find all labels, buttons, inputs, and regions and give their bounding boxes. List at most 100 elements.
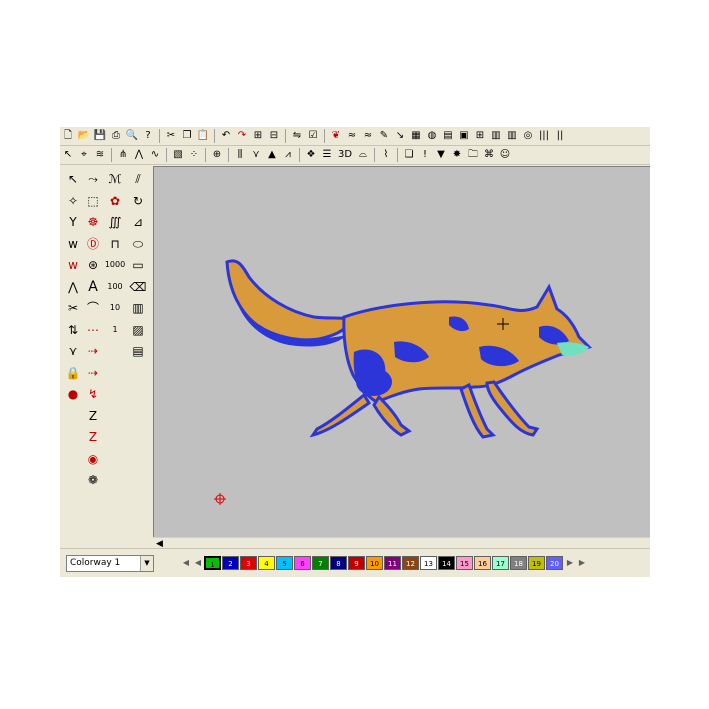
- print-icon[interactable]: ⎙: [109, 129, 123, 143]
- tack-icon[interactable]: ⋔: [116, 148, 130, 162]
- colorbar-prev-icon[interactable]: ◀: [180, 556, 192, 570]
- text-1-icon[interactable]: 1: [106, 321, 124, 339]
- people-icon[interactable]: ☺: [498, 148, 512, 162]
- hat-icon[interactable]: ⌓: [356, 148, 370, 162]
- star-node-icon[interactable]: ✧: [64, 192, 82, 210]
- layers-icon[interactable]: ❏: [402, 148, 416, 162]
- redo-icon[interactable]: ↷: [235, 129, 249, 143]
- ungroup-icon[interactable]: ⊟: [267, 129, 281, 143]
- node-tool-icon[interactable]: ⌖: [77, 148, 91, 162]
- dash-arrow-alt-icon[interactable]: ⇢: [84, 364, 102, 382]
- chevron-down-icon[interactable]: ▼: [140, 556, 153, 571]
- thread-color-swatch[interactable]: 4: [258, 556, 275, 570]
- cut-icon[interactable]: ✂: [64, 299, 82, 317]
- tri-icon[interactable]: ▲: [265, 148, 279, 162]
- column-icon[interactable]: ⫼: [233, 148, 247, 162]
- print-preview-icon[interactable]: 🔍: [125, 129, 139, 143]
- stitch-count-icon[interactable]: ∭: [106, 213, 124, 231]
- dash-arrow-icon[interactable]: ⇢: [84, 342, 102, 360]
- ellipse-icon[interactable]: ⬭: [129, 235, 147, 253]
- bars-vertical-alt-icon[interactable]: ||: [553, 129, 567, 143]
- stitch-w-red-icon[interactable]: w: [64, 256, 82, 274]
- zig-z-red-icon[interactable]: Z: [84, 428, 102, 446]
- thread-color-swatch[interactable]: 8: [330, 556, 347, 570]
- thread-color-swatch[interactable]: 12: [402, 556, 419, 570]
- exclamation-icon[interactable]: !: [418, 148, 432, 162]
- zig-z-icon[interactable]: Z: [84, 407, 102, 425]
- stitch-icon[interactable]: ≈: [345, 129, 359, 143]
- save-icon[interactable]: 💾: [93, 129, 107, 143]
- star-icon[interactable]: ✸: [450, 148, 464, 162]
- thread-color-swatch[interactable]: 9: [348, 556, 365, 570]
- thread-color-swatch[interactable]: 11: [384, 556, 401, 570]
- dash-icon[interactable]: ⋯: [84, 321, 102, 339]
- grid-icon[interactable]: ▦: [409, 129, 423, 143]
- zigzag-icon[interactable]: ⋀: [132, 148, 146, 162]
- bars-icon[interactable]: ▥: [489, 129, 503, 143]
- text-3d-icon[interactable]: 3D: [336, 148, 354, 162]
- zigzag-small-icon[interactable]: ⋀: [64, 278, 82, 296]
- fox-embroidery-design[interactable]: [219, 257, 609, 442]
- mirror-icon[interactable]: ⇋: [290, 129, 304, 143]
- fan-icon[interactable]: ⋎: [64, 342, 82, 360]
- colorbar-next-page-icon[interactable]: ▶: [564, 556, 576, 570]
- new-file-icon[interactable]: 🗋: [61, 129, 75, 143]
- hat-shape-icon[interactable]: ⌒: [84, 299, 102, 317]
- thread-color-swatch[interactable]: 7: [312, 556, 329, 570]
- circle-grid-icon[interactable]: ⊕: [210, 148, 224, 162]
- thread-color-swatch[interactable]: 13: [420, 556, 437, 570]
- thread-color-swatch[interactable]: 3: [240, 556, 257, 570]
- network-icon[interactable]: ⌘: [482, 148, 496, 162]
- motif-icon[interactable]: ❖: [304, 148, 318, 162]
- image-icon[interactable]: ▣: [457, 129, 471, 143]
- flower-icon[interactable]: ✿: [106, 192, 124, 210]
- pencil-icon[interactable]: ✎: [377, 129, 391, 143]
- undo-icon[interactable]: ↶: [219, 129, 233, 143]
- monogram-icon[interactable]: ℳ: [106, 170, 124, 188]
- thread-color-swatch[interactable]: 17: [492, 556, 509, 570]
- colorbar-next-icon[interactable]: ▶: [576, 556, 588, 570]
- thread-color-swatch[interactable]: 5: [276, 556, 293, 570]
- swap-icon[interactable]: ⇅: [64, 321, 82, 339]
- ring-icon[interactable]: ◎: [521, 129, 535, 143]
- circle-arrow-icon[interactable]: ↻: [129, 192, 147, 210]
- checkbox-icon[interactable]: ☑: [306, 129, 320, 143]
- colorway-select[interactable]: Colorway 1 ▼: [66, 555, 154, 572]
- fan-icon[interactable]: ⋎: [249, 148, 263, 162]
- cut-icon[interactable]: ✂: [164, 129, 178, 143]
- bars-alt-icon[interactable]: ▥: [505, 129, 519, 143]
- colorbar-prev-page-icon[interactable]: ◀: [192, 556, 204, 570]
- red-leaf-icon[interactable]: ❦: [329, 129, 343, 143]
- thread-color-swatch[interactable]: 2: [222, 556, 239, 570]
- eraser-icon[interactable]: ⌫: [129, 278, 147, 296]
- circle-bead-icon[interactable]: ◉: [84, 450, 102, 468]
- red-stop-icon[interactable]: ●: [64, 385, 82, 403]
- arrow-select-icon[interactable]: ↖: [64, 170, 82, 188]
- circle-flower-icon[interactable]: ❁: [84, 471, 102, 489]
- swirl-icon[interactable]: ☸: [84, 213, 102, 231]
- hoop-icon[interactable]: ◍: [425, 129, 439, 143]
- group-icon[interactable]: ⊞: [251, 129, 265, 143]
- wave-icon[interactable]: ∿: [148, 148, 162, 162]
- list-icon[interactable]: ☰: [320, 148, 334, 162]
- shape-edit-icon[interactable]: ⊿: [129, 213, 147, 231]
- thread-color-swatch[interactable]: 20: [546, 556, 563, 570]
- needle-icon[interactable]: ↘: [393, 129, 407, 143]
- open-folder-icon[interactable]: 📂: [77, 129, 91, 143]
- thread-color-swatch[interactable]: 6: [294, 556, 311, 570]
- frame-icon[interactable]: ⬚: [84, 192, 102, 210]
- stitch-pink-icon[interactable]: ≈: [361, 129, 375, 143]
- thread-color-swatch[interactable]: 18: [510, 556, 527, 570]
- text-1000-icon[interactable]: 1000: [105, 256, 125, 274]
- design-canvas[interactable]: [153, 166, 650, 538]
- grid-small-icon[interactable]: ⊞: [473, 129, 487, 143]
- folder-icon[interactable]: 🗀: [466, 148, 480, 162]
- select-arrow-icon[interactable]: ↖: [61, 148, 75, 162]
- filter-icon[interactable]: ▼: [434, 148, 448, 162]
- rectangle-icon[interactable]: ▭: [129, 256, 147, 274]
- thread-color-swatch[interactable]: 15: [456, 556, 473, 570]
- dash-zig-icon[interactable]: ↯: [84, 385, 102, 403]
- text-100-icon[interactable]: 100: [106, 278, 124, 296]
- thread-color-swatch[interactable]: 10: [366, 556, 383, 570]
- stitch-w-icon[interactable]: w: [64, 235, 82, 253]
